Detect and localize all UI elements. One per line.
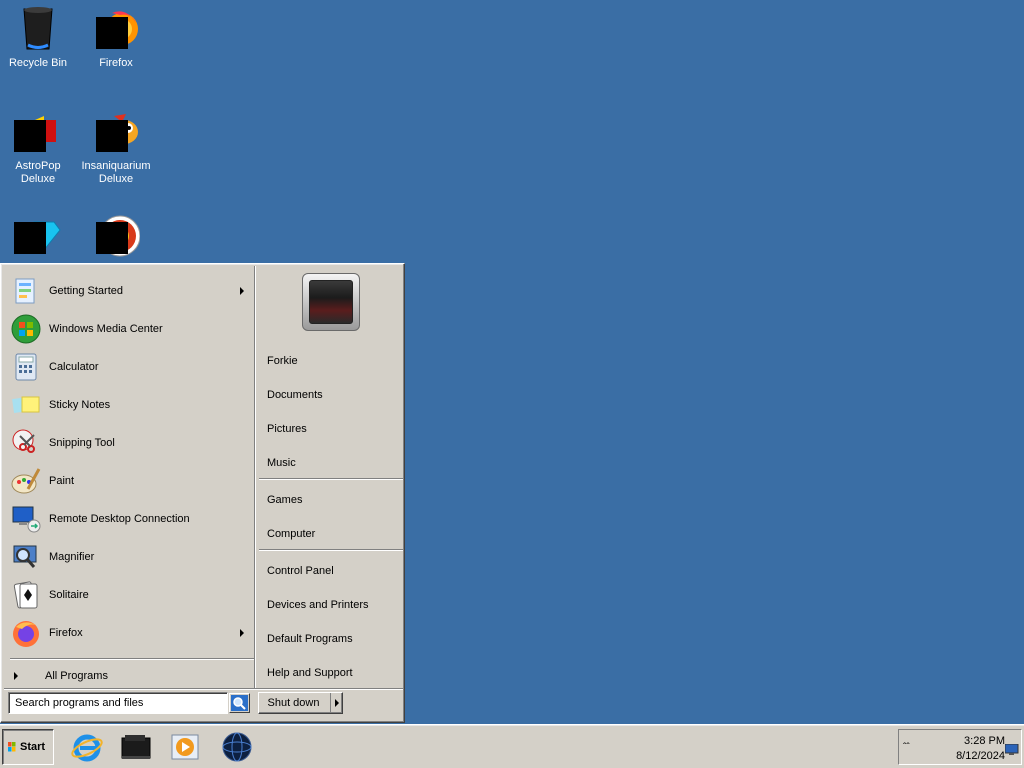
insaniquarium-icon xyxy=(92,108,140,156)
place-help-support[interactable]: Help and Support xyxy=(267,663,353,683)
redaction-block xyxy=(14,222,46,254)
program-calculator[interactable]: Calculator xyxy=(4,349,254,385)
divider xyxy=(4,688,403,690)
program-paint[interactable]: Paint xyxy=(4,463,254,499)
network-status-icon[interactable] xyxy=(1005,744,1019,756)
desktop-icon-firefox[interactable]: Firefox xyxy=(78,5,154,70)
sticky-notes-icon xyxy=(12,396,40,414)
taskbar: Start ˆˆ 3:28 PM 8/12/2024 xyxy=(0,724,1024,768)
place-documents[interactable]: Documents xyxy=(267,385,323,405)
desktop-icon-label: Firefox xyxy=(99,57,133,69)
place-user-folder[interactable]: Forkie xyxy=(267,351,298,371)
bejeweled-icon xyxy=(14,210,62,258)
program-label: Paint xyxy=(49,475,75,487)
redaction-block xyxy=(96,120,128,152)
desktop-icon-bejeweled[interactable] xyxy=(0,210,76,262)
program-label: Windows Media Center xyxy=(49,323,163,335)
all-programs-button[interactable]: All Programs xyxy=(4,665,254,687)
file-explorer-icon[interactable] xyxy=(119,730,153,764)
calculator-icon xyxy=(15,353,37,381)
shutdown-label: Shut down xyxy=(267,697,320,709)
desktop-icon-recycle-bin[interactable]: Recycle Bin xyxy=(0,5,76,70)
windows-media-center-icon xyxy=(11,314,41,344)
magnifier-icon xyxy=(13,545,37,568)
desktop-icon-astropop[interactable]: AstroPop Deluxe xyxy=(0,108,76,186)
program-getting-started[interactable]: Getting Started xyxy=(4,273,254,309)
zuma-icon xyxy=(92,210,141,258)
place-games[interactable]: Games xyxy=(267,490,302,510)
program-windows-media-center[interactable]: Windows Media Center xyxy=(4,311,254,347)
start-menu: Getting Started Windows Media Center Cal… xyxy=(0,263,405,723)
clock-date: 8/12/2024 xyxy=(956,750,1005,762)
network-globe-icon[interactable] xyxy=(220,730,254,764)
desktop-icon-label: Insaniquarium Deluxe xyxy=(81,160,151,185)
show-hidden-icons-chevron-icon[interactable]: ˆˆ xyxy=(903,742,910,753)
firefox-icon xyxy=(92,5,140,53)
program-label: Calculator xyxy=(49,361,99,373)
windows-logo-icon xyxy=(8,742,16,752)
all-programs-label: All Programs xyxy=(45,670,108,682)
place-default-programs[interactable]: Default Programs xyxy=(267,629,353,649)
media-player-icon[interactable] xyxy=(168,730,202,764)
search-button[interactable] xyxy=(229,693,250,713)
remote-desktop-icon xyxy=(12,506,41,533)
program-firefox[interactable]: Firefox xyxy=(4,615,254,651)
program-label: Solitaire xyxy=(49,589,89,601)
search-input[interactable] xyxy=(8,692,228,714)
program-label: Magnifier xyxy=(49,551,95,563)
program-label: Getting Started xyxy=(49,285,123,297)
program-label: Snipping Tool xyxy=(49,437,115,449)
program-label: Firefox xyxy=(49,627,83,639)
clock-time: 3:28 PM xyxy=(964,735,1005,747)
program-label: Remote Desktop Connection xyxy=(49,513,190,525)
divider xyxy=(259,549,403,551)
divider xyxy=(259,478,403,480)
solitaire-icon xyxy=(13,581,38,609)
avatar-image xyxy=(309,280,353,324)
astropop-icon xyxy=(14,108,62,156)
recycle-bin-icon xyxy=(14,5,62,53)
program-snipping-tool[interactable]: Snipping Tool xyxy=(4,425,254,461)
start-menu-programs-list: Getting Started Windows Media Center Cal… xyxy=(4,267,254,687)
firefox-icon xyxy=(13,621,39,647)
program-remote-desktop[interactable]: Remote Desktop Connection xyxy=(4,501,254,537)
snipping-tool-icon xyxy=(12,429,35,453)
redaction-block xyxy=(14,120,46,152)
program-magnifier[interactable]: Magnifier xyxy=(4,539,254,575)
shutdown-button[interactable]: Shut down xyxy=(258,692,343,714)
redaction-block xyxy=(96,222,128,254)
place-control-panel[interactable]: Control Panel xyxy=(267,561,334,581)
redaction-block xyxy=(96,17,128,49)
submenu-arrow-icon xyxy=(240,287,244,295)
paint-icon xyxy=(11,468,41,494)
place-pictures[interactable]: Pictures xyxy=(267,419,307,439)
shutdown-options-arrow-icon[interactable] xyxy=(330,693,342,713)
place-music[interactable]: Music xyxy=(267,453,296,473)
expand-arrow-icon xyxy=(14,672,18,680)
desktop-icon-zuma[interactable] xyxy=(78,210,154,262)
start-menu-places: Forkie Documents Pictures Music Games Co… xyxy=(256,267,404,687)
place-devices-printers[interactable]: Devices and Printers xyxy=(267,595,369,615)
start-button[interactable]: Start xyxy=(2,729,54,765)
desktop-icon-label: Recycle Bin xyxy=(8,57,68,69)
program-sticky-notes[interactable]: Sticky Notes xyxy=(4,387,254,423)
desktop-icon-label: AstroPop Deluxe xyxy=(15,160,61,185)
clock[interactable]: 3:28 PM 8/12/2024 xyxy=(939,734,1005,764)
desktop-icon-insaniquarium[interactable]: Insaniquarium Deluxe xyxy=(78,108,154,186)
internet-explorer-icon[interactable] xyxy=(70,730,104,764)
program-label: Sticky Notes xyxy=(49,399,111,411)
place-computer[interactable]: Computer xyxy=(267,524,315,544)
start-label: Start xyxy=(20,741,46,753)
user-avatar[interactable] xyxy=(302,273,360,331)
divider xyxy=(10,658,254,660)
search-icon xyxy=(231,695,248,711)
submenu-arrow-icon xyxy=(240,629,244,637)
system-tray: ˆˆ 3:28 PM 8/12/2024 xyxy=(898,729,1022,765)
getting-started-icon xyxy=(15,278,35,304)
program-solitaire[interactable]: Solitaire xyxy=(4,577,254,613)
